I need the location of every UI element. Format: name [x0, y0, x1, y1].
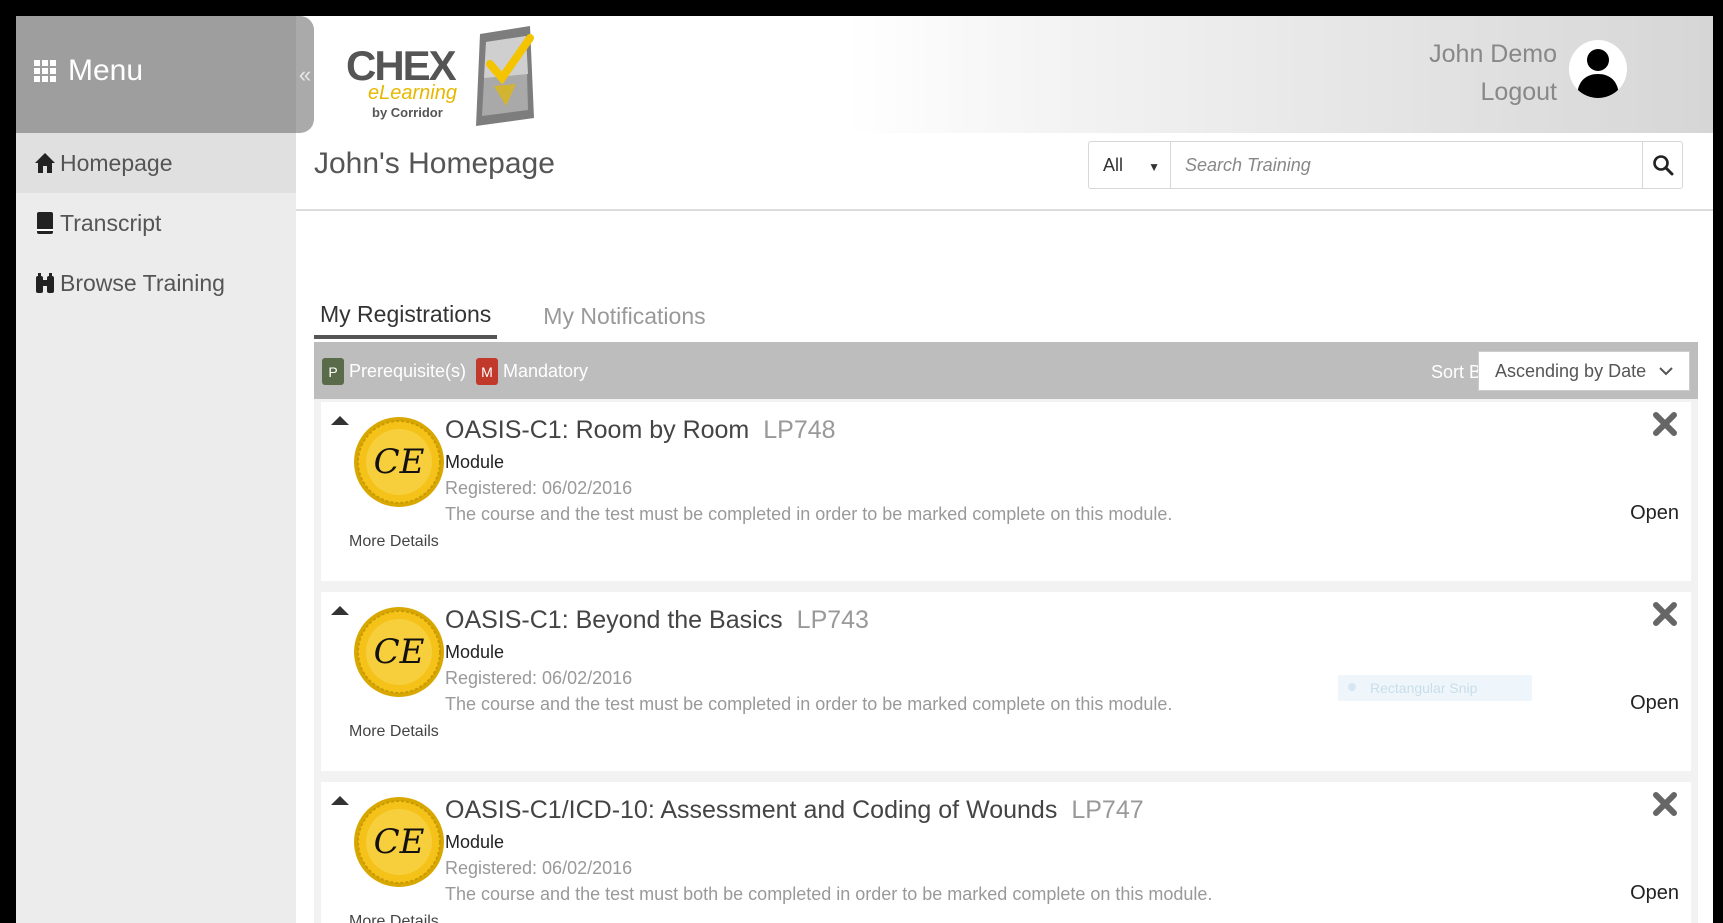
- search-icon: [1652, 155, 1673, 176]
- registration-tabs: My Registrations My Notifications: [314, 293, 752, 341]
- user-silhouette-icon: [1577, 49, 1619, 98]
- registration-date: Registered: 06/02/2016: [445, 668, 633, 688]
- registration-description: The course and the test must both be com…: [445, 884, 1213, 904]
- collapse-arrow-icon[interactable]: [331, 416, 349, 425]
- registration-type: Module: [445, 452, 505, 472]
- legend-label: Mandatory: [503, 361, 589, 381]
- registration-date: Registered: 06/02/2016: [445, 478, 633, 498]
- main-content: John's Homepage All ▼ My Registrations M…: [296, 133, 1713, 923]
- avatar[interactable]: [1569, 40, 1627, 98]
- collapse-arrow-icon[interactable]: [331, 606, 349, 615]
- logo-by: by Corridor: [372, 105, 443, 120]
- prerequisite-badge: P: [322, 358, 344, 385]
- registration-card: CE More Details OASIS-C1/ICD-10: Assessm…: [314, 779, 1698, 923]
- mandatory-badge: M: [476, 358, 498, 385]
- sidebar-item-label: Transcript: [60, 209, 162, 236]
- ce-seal-icon: CE: [354, 797, 444, 887]
- more-details-link[interactable]: More Details: [349, 723, 439, 741]
- home-icon: [35, 153, 55, 173]
- sidebar-item-label: Browse Training: [60, 269, 225, 296]
- sidebar-item-browse-training[interactable]: Browse Training: [16, 253, 296, 313]
- registration-type: Module: [445, 832, 505, 852]
- more-details-link[interactable]: More Details: [349, 913, 439, 923]
- tab-my-notifications[interactable]: My Notifications: [537, 293, 711, 339]
- title-divider: [296, 209, 1713, 211]
- registration-description: The course and the test must be complete…: [445, 694, 1173, 714]
- caret-down-icon: ▼: [1148, 160, 1160, 174]
- logout-link[interactable]: Logout: [1481, 78, 1557, 107]
- sidebar-item-transcript[interactable]: Transcript: [16, 193, 296, 253]
- search-scope-select[interactable]: All ▼: [1089, 142, 1171, 188]
- more-details-link[interactable]: More Details: [349, 533, 439, 551]
- remove-registration-button[interactable]: [1651, 410, 1679, 443]
- svg-text:CE: CE: [374, 442, 425, 482]
- legend-prerequisite: P Prerequisite(s): [322, 358, 466, 385]
- menu-block: Menu: [16, 16, 296, 133]
- chex-logo[interactable]: CHEX eLearning by Corridor: [346, 22, 546, 130]
- sidebar-item-homepage[interactable]: Homepage: [16, 133, 296, 193]
- registration-list: CE More Details OASIS-C1: Room by Room LP…: [314, 399, 1698, 923]
- user-name[interactable]: John Demo: [1429, 40, 1557, 69]
- registration-title[interactable]: OASIS-C1/ICD-10: Assessment and Coding o…: [445, 796, 1144, 825]
- app-frame: Menu « CHEX eLearning by Corridor John D…: [16, 16, 1713, 923]
- tab-my-registrations[interactable]: My Registrations: [314, 293, 498, 339]
- page-title: John's Homepage: [314, 147, 555, 180]
- ce-seal-icon: CE: [354, 607, 444, 697]
- rectangular-snip-overlay: Rectangular Snip: [1338, 675, 1532, 701]
- double-chevron-left-icon: «: [298, 61, 312, 87]
- close-icon: [1653, 602, 1677, 626]
- sort-select[interactable]: Ascending by Date: [1478, 351, 1690, 391]
- sort-value: Ascending by Date: [1495, 360, 1647, 381]
- ce-seal-icon: CE: [354, 417, 444, 507]
- registration-card: CE More Details OASIS-C1: Beyond the Bas…: [314, 589, 1698, 779]
- legend-mandatory: M Mandatory: [476, 358, 588, 385]
- collapse-sidebar-button[interactable]: «: [296, 16, 314, 133]
- logo-sub: eLearning: [368, 82, 457, 104]
- menu-label: Menu: [68, 54, 144, 87]
- open-button[interactable]: Open: [1630, 692, 1679, 715]
- chevron-down-icon: [1659, 367, 1673, 376]
- search-button[interactable]: [1642, 142, 1682, 188]
- registration-title[interactable]: OASIS-C1: Room by Room LP748: [445, 416, 836, 445]
- close-icon: [1653, 792, 1677, 816]
- open-button[interactable]: Open: [1630, 882, 1679, 905]
- remove-registration-button[interactable]: [1651, 790, 1679, 823]
- registration-card: CE More Details OASIS-C1: Room by Room LP…: [314, 399, 1698, 589]
- sidebar-item-label: Homepage: [60, 149, 173, 176]
- close-icon: [1653, 412, 1677, 436]
- svg-text:CE: CE: [374, 632, 425, 672]
- book-icon: [37, 212, 53, 234]
- remove-registration-button[interactable]: [1651, 600, 1679, 633]
- checkbox-logo-icon: [476, 26, 534, 126]
- search-scope-value: All: [1103, 154, 1124, 175]
- search-bar: All ▼: [1088, 141, 1683, 189]
- open-button[interactable]: Open: [1630, 502, 1679, 525]
- registration-code: LP747: [1071, 796, 1144, 824]
- registration-title[interactable]: OASIS-C1: Beyond the Basics LP743: [445, 606, 869, 635]
- filter-bar: P Prerequisite(s) M Mandatory Sort By As…: [314, 342, 1698, 399]
- collapse-arrow-icon[interactable]: [331, 796, 349, 805]
- search-input[interactable]: [1171, 142, 1642, 188]
- registration-date: Registered: 06/02/2016: [445, 858, 633, 878]
- sidebar: Homepage Transcript Browse Training: [16, 133, 296, 923]
- svg-text:CE: CE: [374, 822, 425, 862]
- menu-button[interactable]: Menu: [34, 54, 143, 88]
- registration-description: The course and the test must be complete…: [445, 504, 1173, 524]
- registration-type: Module: [445, 642, 505, 662]
- registration-code: LP743: [796, 606, 869, 634]
- binoculars-icon: [36, 273, 54, 293]
- registration-code: LP748: [763, 416, 836, 444]
- grid-icon: [34, 60, 56, 82]
- legend-label: Prerequisite(s): [349, 361, 467, 381]
